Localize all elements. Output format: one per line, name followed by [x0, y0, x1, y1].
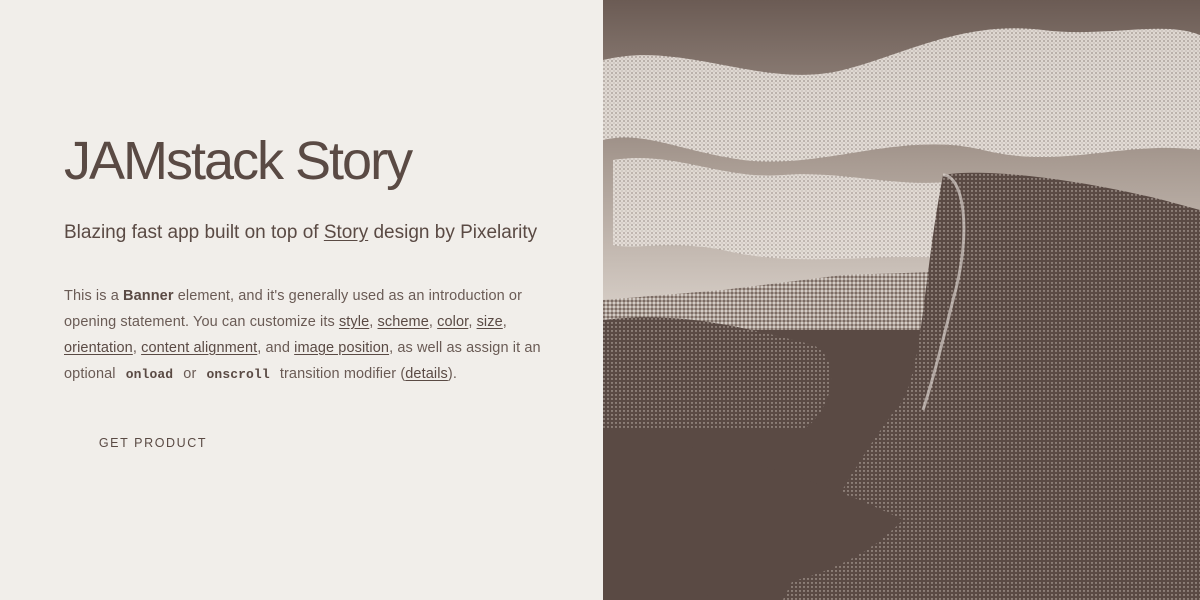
- color-link[interactable]: color: [437, 314, 468, 330]
- details-link[interactable]: details: [405, 366, 448, 382]
- desc-text-4: ,: [428, 314, 438, 330]
- description: This is a Banner element, and it's gener…: [64, 283, 554, 388]
- page-title: JAMstack Story: [64, 131, 413, 191]
- style-link[interactable]: style: [339, 314, 369, 330]
- scheme-link[interactable]: scheme: [378, 314, 429, 330]
- onload-code: onload: [125, 367, 174, 382]
- orientation-link[interactable]: orientation: [64, 340, 133, 356]
- subtitle: Blazing fast app built on top of Story d…: [64, 222, 537, 244]
- size-link[interactable]: size: [477, 314, 503, 330]
- desc-text-6: ,: [502, 314, 507, 330]
- onscroll-code: onscroll: [206, 367, 270, 382]
- content-alignment-link[interactable]: content alignment: [141, 340, 257, 356]
- desc-text-10: or: [179, 366, 201, 382]
- landscape-illustration: [603, 0, 1200, 600]
- story-link[interactable]: Story: [324, 222, 368, 243]
- get-product-button[interactable]: GET PRODUCT: [64, 424, 242, 462]
- desc-text-11: transition modifier (: [275, 366, 406, 382]
- desc-text-5: ,: [468, 314, 477, 330]
- banner: JAMstack Story Blazing fast app built on…: [0, 0, 1200, 600]
- desc-text-1: This is a: [64, 288, 124, 304]
- desc-text-3: ,: [369, 314, 378, 330]
- desc-text-8: , and: [257, 340, 295, 356]
- desc-text-12: ).: [447, 366, 457, 382]
- desc-text-7: ,: [132, 340, 142, 356]
- desc-bold-banner: Banner: [123, 288, 174, 304]
- landscape-image: [603, 0, 1200, 600]
- image-position-link[interactable]: image position: [294, 340, 389, 356]
- banner-content: JAMstack Story Blazing fast app built on…: [0, 0, 603, 600]
- subtitle-text-1: Blazing fast app built on top of: [64, 222, 324, 243]
- subtitle-text-2: design by Pixelarity: [368, 222, 538, 243]
